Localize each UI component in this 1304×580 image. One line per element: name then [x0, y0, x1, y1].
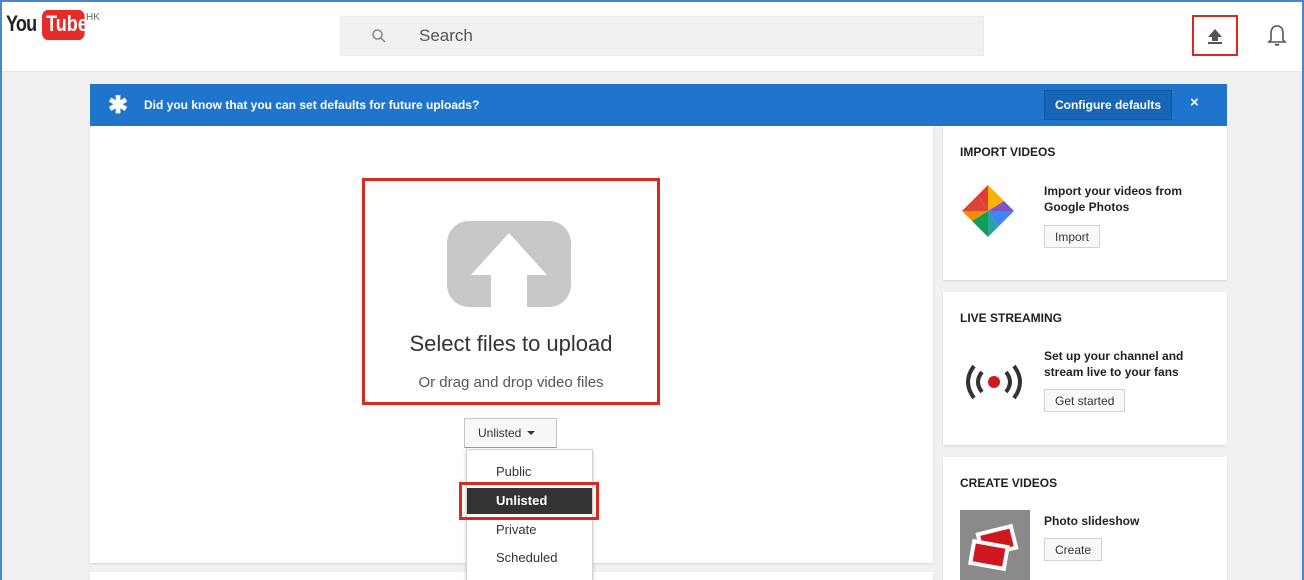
google-photos-icon: [962, 185, 1014, 237]
upload-button[interactable]: [1192, 15, 1238, 56]
upload-arrow-icon: [447, 221, 571, 307]
banner-text: Did you know that you can set defaults f…: [144, 98, 480, 112]
import-videos-description: Import your videos from Google Photos: [1044, 184, 1183, 214]
logo-you-text: You: [6, 11, 37, 36]
get-started-button[interactable]: Get started: [1044, 389, 1126, 412]
import-videos-title: IMPORT VIDEOS: [960, 145, 1056, 159]
live-broadcast-icon: [966, 364, 1022, 400]
create-videos-description: Photo slideshow: [1044, 514, 1140, 528]
search-input[interactable]: [419, 17, 939, 55]
defaults-banner: ✱ Did you know that you can set defaults…: [90, 84, 1227, 126]
privacy-menu: Public Unlisted Private Scheduled: [466, 449, 593, 580]
privacy-dropdown-button[interactable]: Unlisted: [464, 418, 557, 448]
bell-icon[interactable]: [1266, 24, 1288, 48]
import-videos-card: IMPORT VIDEOS Import your videos from Go…: [943, 126, 1227, 280]
caret-down-icon: [527, 431, 536, 435]
import-button[interactable]: Import: [1044, 225, 1101, 248]
search-icon: [372, 29, 386, 43]
file-drop-zone[interactable]: Select files to upload Or drag and drop …: [362, 178, 660, 405]
photo-slideshow-icon: [960, 510, 1030, 580]
create-videos-card: CREATE VIDEOS Photo slideshow Create: [943, 457, 1227, 580]
masthead: You Tube HK: [0, 0, 1304, 72]
drag-drop-subtitle: Or drag and drop video files: [418, 374, 604, 391]
privacy-option-unlisted[interactable]: Unlisted: [467, 488, 592, 514]
live-streaming-description: Set up your channel and stream live to y…: [1044, 349, 1184, 379]
search-box[interactable]: [340, 16, 984, 56]
configure-defaults-button[interactable]: Configure defaults: [1044, 90, 1172, 120]
live-streaming-card: LIVE STREAMING Set up your channel and s…: [943, 292, 1227, 445]
star-icon: ✱: [108, 91, 129, 119]
select-files-title: Select files to upload: [409, 331, 613, 356]
create-button[interactable]: Create: [1044, 538, 1103, 561]
privacy-option-public[interactable]: Public: [467, 459, 592, 485]
create-videos-title: CREATE VIDEOS: [960, 476, 1058, 490]
live-streaming-title: LIVE STREAMING: [960, 311, 1063, 325]
logo-tube-text: Tube: [42, 10, 88, 40]
logo-region-label: HK: [86, 12, 100, 23]
privacy-selected-label: Unlisted: [478, 426, 522, 440]
youtube-logo[interactable]: You Tube HK: [6, 10, 100, 40]
privacy-option-private[interactable]: Private: [467, 517, 592, 543]
upload-icon: [1208, 28, 1222, 44]
close-icon[interactable]: ×: [1190, 94, 1199, 111]
privacy-option-scheduled[interactable]: Scheduled: [467, 545, 592, 571]
